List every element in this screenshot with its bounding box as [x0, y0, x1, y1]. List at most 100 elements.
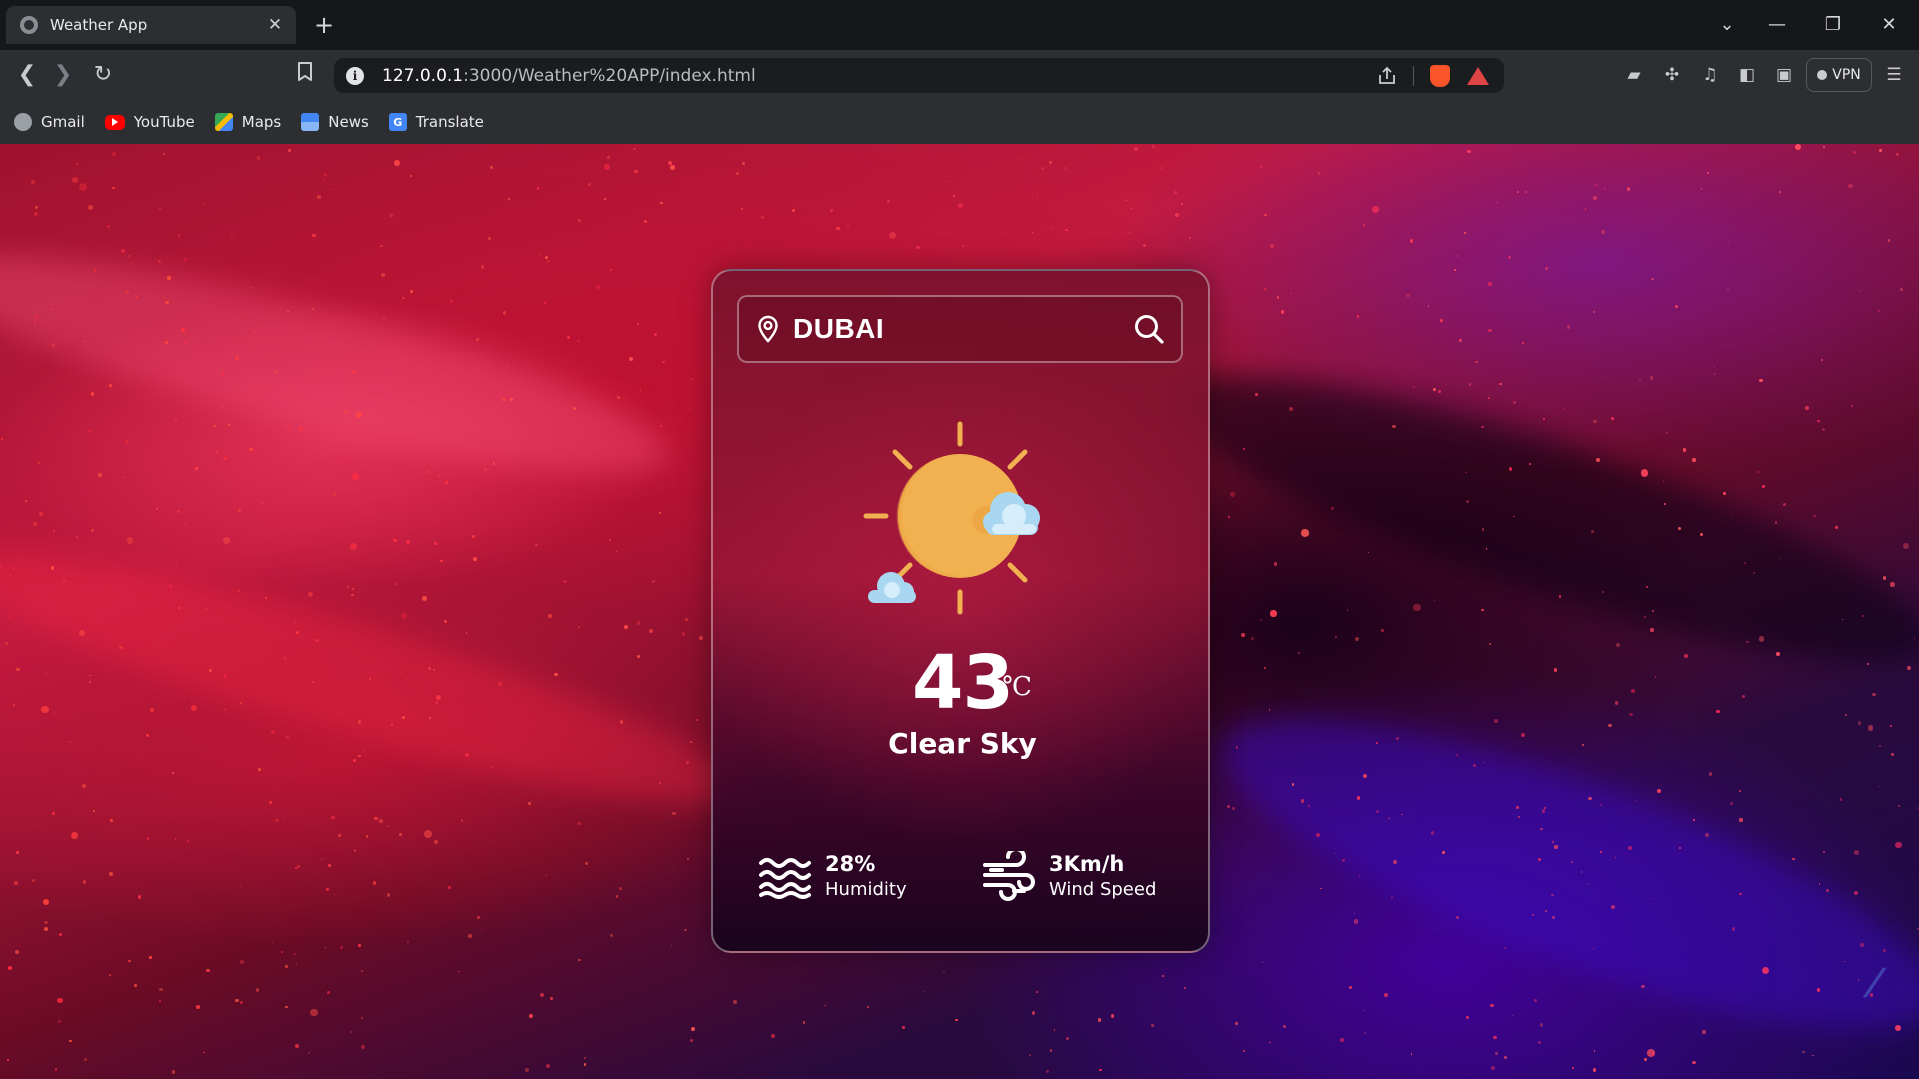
browser-tab[interactable]: Weather App ✕	[6, 6, 296, 44]
particle-dot	[108, 871, 113, 876]
tab-close-button[interactable]: ✕	[264, 15, 286, 35]
particle-dot	[487, 236, 491, 240]
site-info-icon[interactable]: i	[346, 66, 364, 85]
particle-dot	[480, 264, 485, 269]
sidebar-icon[interactable]: ◧	[1735, 63, 1759, 87]
wallet-icon[interactable]: ▣	[1772, 63, 1796, 87]
minimize-window-button[interactable]: —	[1762, 10, 1792, 40]
particle-dot	[53, 530, 56, 533]
particle-dot	[196, 1005, 200, 1009]
city-search-input[interactable]	[793, 313, 1113, 345]
particle-dot	[174, 838, 177, 841]
bookmark-page-button[interactable]	[292, 62, 318, 89]
media-icon[interactable]: ♫	[1698, 63, 1722, 87]
particle-dot	[187, 840, 190, 843]
particle-dot	[1639, 378, 1642, 381]
new-tab-button[interactable]: +	[312, 11, 336, 39]
url-text[interactable]: 127.0.0.1:3000/Weather%20APP/index.html	[382, 66, 1375, 86]
bookmark-maps[interactable]: Maps	[214, 113, 282, 131]
particle-dot	[271, 941, 274, 944]
particle-dot	[342, 571, 344, 573]
bookmark-youtube[interactable]: YouTube	[104, 113, 195, 131]
restore-window-button[interactable]: ❐	[1818, 10, 1848, 40]
particle-dot	[264, 597, 268, 600]
particle-dot	[1544, 910, 1547, 912]
back-button[interactable]: ❮	[14, 62, 40, 88]
puzzle-icon[interactable]: ✣	[1660, 63, 1684, 87]
brave-shields-icon[interactable]	[1428, 64, 1452, 88]
particle-dot	[1230, 492, 1235, 497]
particle-dot	[134, 984, 137, 987]
particle-dot	[948, 180, 950, 182]
particle-dot	[364, 393, 367, 396]
particle-dot	[380, 272, 385, 277]
particle-dot	[1645, 585, 1648, 588]
particle-dot	[901, 1025, 906, 1030]
particle-dot	[1508, 467, 1513, 471]
particle-dot	[1554, 845, 1558, 849]
particle-dot	[1835, 526, 1839, 530]
particle-dot	[24, 500, 27, 503]
particle-dot	[224, 708, 226, 710]
bookmark-gmail[interactable]: Gmail	[14, 113, 85, 131]
particle-dot	[1330, 506, 1334, 510]
particle-dot	[1860, 943, 1864, 947]
particle-dot	[1593, 419, 1597, 423]
particle-dot	[249, 448, 253, 452]
particle-dot	[71, 670, 74, 673]
particle-dot	[299, 427, 303, 432]
bookmark-label: Maps	[241, 113, 282, 131]
particle-dot	[1581, 744, 1584, 747]
particle-dot	[1359, 874, 1361, 876]
reload-button[interactable]: ↻	[90, 62, 116, 88]
extension-icon[interactable]: ▰	[1622, 63, 1646, 87]
particle-dot	[1496, 201, 1499, 204]
particle-dot	[1317, 172, 1321, 175]
particle-dot	[1259, 165, 1263, 168]
particle-dot	[286, 425, 290, 429]
particle-dot	[1490, 1003, 1494, 1008]
particle-dot	[109, 974, 111, 976]
particle-dot	[374, 816, 378, 821]
particle-dot	[285, 735, 289, 739]
particle-dot	[1487, 328, 1492, 333]
particle-dot	[285, 1005, 288, 1009]
particle-dot	[1371, 205, 1379, 214]
search-button[interactable]	[1129, 309, 1169, 349]
particle-dot	[1889, 581, 1895, 587]
menu-icon[interactable]: ☰	[1882, 63, 1906, 87]
particle-dot	[535, 544, 538, 547]
share-icon[interactable]	[1375, 64, 1399, 88]
particle-dot	[1428, 305, 1430, 307]
particle-dot	[120, 248, 125, 253]
browser-tab-strip: Weather App ✕ + ⌄ — ❐ ✕	[0, 0, 1919, 50]
particle-dot	[1588, 796, 1593, 801]
forward-button[interactable]: ❯	[50, 62, 76, 88]
particle-dot	[1759, 636, 1765, 642]
bookmark-news[interactable]: News	[301, 113, 369, 131]
particle-dot	[583, 1063, 587, 1066]
bookmark-translate[interactable]: G Translate	[388, 113, 484, 131]
particle-dot	[1853, 890, 1858, 895]
particle-dot	[402, 697, 404, 699]
particle-dot	[572, 406, 577, 411]
address-bar[interactable]: i 127.0.0.1:3000/Weather%20APP/index.htm…	[334, 58, 1504, 93]
particle-dot	[1513, 400, 1517, 404]
particle-dot	[163, 296, 165, 299]
particle-dot	[1493, 1035, 1497, 1040]
particle-dot	[1727, 242, 1730, 244]
particle-dot	[554, 672, 558, 677]
tab-search-dropdown-button[interactable]: ⌄	[1712, 10, 1742, 40]
humidity-detail: 28% Humidity	[757, 849, 907, 905]
particle-dot	[1593, 195, 1598, 200]
close-window-button[interactable]: ✕	[1874, 10, 1904, 40]
particle-dot	[286, 310, 289, 313]
particle-dot	[1857, 979, 1860, 981]
vpn-button[interactable]: VPN	[1806, 58, 1872, 92]
particle-dot	[506, 365, 509, 367]
particle-dot	[1516, 805, 1520, 809]
brave-rewards-icon[interactable]	[1466, 64, 1490, 88]
particle-dot	[670, 944, 672, 946]
particle-dot	[1813, 514, 1816, 517]
particle-dot	[1825, 889, 1829, 892]
